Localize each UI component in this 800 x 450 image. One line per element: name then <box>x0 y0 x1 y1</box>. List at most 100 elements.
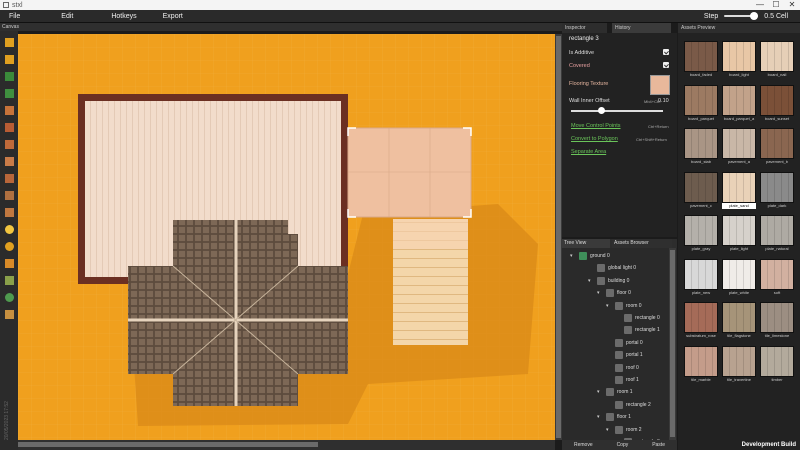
polygon-icon[interactable] <box>3 275 15 286</box>
asset-thumbnail <box>722 215 756 246</box>
menu-export[interactable]: Export <box>159 13 187 20</box>
tab-assets-preview[interactable]: Assets Preview <box>678 23 800 33</box>
sun-icon[interactable] <box>3 241 15 252</box>
door-icon[interactable] <box>3 122 15 133</box>
asset-tile[interactable]: board_faded <box>684 41 718 80</box>
asset-tile[interactable]: tile_marble <box>684 345 718 385</box>
light-icon <box>597 264 605 273</box>
tree-icon[interactable] <box>3 88 15 99</box>
expand-arrow-icon[interactable]: ▾ <box>570 253 576 259</box>
canvas-horizontal-scrollbar[interactable] <box>18 440 555 450</box>
canvas-vertical-scrollbar[interactable] <box>555 34 562 440</box>
separate-area-link[interactable]: Separate Area <box>571 149 606 155</box>
asset-tile[interactable]: pavement_b <box>760 128 794 167</box>
asset-tile[interactable]: board_nail <box>760 41 794 80</box>
maximize-button[interactable]: ☐ <box>768 0 784 10</box>
asset-label: board_stab <box>690 159 711 164</box>
menu-hotkeys[interactable]: Hotkeys <box>107 13 140 20</box>
close-button[interactable]: ✕ <box>784 0 800 10</box>
path-icon[interactable] <box>3 258 15 269</box>
step-slider[interactable] <box>724 12 759 20</box>
tree-item[interactable]: portal 0 <box>606 337 643 349</box>
tree-item-label: portal 0 <box>626 339 643 346</box>
asset-tile[interactable]: plate_gray <box>684 215 718 254</box>
convert-to-polygon-link[interactable]: Convert to Polygon <box>571 136 618 142</box>
select-arrow-icon[interactable] <box>3 37 15 48</box>
tree-item[interactable]: global light 0 <box>588 262 636 274</box>
tree-item[interactable]: ▾ room 0 <box>606 300 642 312</box>
menu-file[interactable]: File <box>5 13 24 20</box>
tree-item[interactable]: ▾ floor 1 <box>597 411 631 423</box>
tree-item-label: floor 0 <box>617 290 631 297</box>
canvas-viewport[interactable] <box>18 34 555 440</box>
step-slider-thumb[interactable] <box>750 12 759 20</box>
roof-icon[interactable] <box>3 173 15 184</box>
menu-edit[interactable]: Edit <box>57 13 77 20</box>
asset-tile[interactable]: plate_light <box>722 215 756 254</box>
light-icon[interactable] <box>3 224 15 235</box>
tree-item[interactable]: ▾ floor 0 <box>597 287 631 299</box>
tab-history[interactable]: History <box>612 23 671 33</box>
asset-tile[interactable]: timber <box>760 345 794 385</box>
asset-tile[interactable]: board_sunset <box>760 84 794 124</box>
asset-tile[interactable]: tile_limestone <box>760 302 794 341</box>
expand-arrow-icon[interactable]: ▾ <box>606 303 612 309</box>
floor-plan-drawing[interactable] <box>18 34 555 440</box>
move-control-points-link[interactable]: Move Control Points <box>571 123 621 129</box>
tree-item[interactable]: rectangle 2 <box>606 399 651 411</box>
asset-tile[interactable]: board_light <box>722 41 756 80</box>
flooring-texture-swatch[interactable] <box>650 75 670 95</box>
covered-checkbox[interactable] <box>663 62 669 68</box>
fence-icon[interactable] <box>3 207 15 218</box>
wall-inner-offset-thumb[interactable] <box>597 107 605 114</box>
remove-button[interactable]: Remove <box>574 440 593 450</box>
wall-inner-offset-slider[interactable] <box>571 110 663 112</box>
rotate-icon[interactable] <box>3 54 15 65</box>
tab-assets-browser[interactable]: Assets Browser <box>612 239 672 248</box>
asset-tile[interactable]: soft <box>760 258 794 298</box>
tree-item[interactable]: rectangle 1 <box>615 324 660 336</box>
asset-tile[interactable]: substratum_rose <box>684 302 718 341</box>
tab-inspector[interactable]: Inspector <box>562 23 607 33</box>
circle-icon[interactable] <box>3 292 15 303</box>
tree-item[interactable]: roof 1 <box>606 374 639 386</box>
asset-tile[interactable]: plate_natural <box>760 215 794 254</box>
wall-icon[interactable] <box>3 105 15 116</box>
tree-item[interactable]: ▾ room 1 <box>597 386 633 398</box>
shape-icon <box>615 400 623 409</box>
column-icon[interactable] <box>3 190 15 201</box>
is-additive-checkbox[interactable] <box>663 49 669 55</box>
rectangle-3[interactable] <box>347 127 472 218</box>
paste-button[interactable]: Paste <box>652 440 665 450</box>
tree-scrollbar[interactable] <box>669 248 676 440</box>
asset-tile[interactable]: board_parquet <box>684 84 718 124</box>
tree-item[interactable]: ▾ building 0 <box>588 275 629 287</box>
copy-button[interactable]: Copy <box>617 440 629 450</box>
asset-tile[interactable]: tile_travertine <box>722 345 756 385</box>
box-icon[interactable] <box>3 309 15 320</box>
tree-item[interactable]: roof 0 <box>606 362 639 374</box>
expand-arrow-icon[interactable]: ▾ <box>606 427 612 433</box>
tree-item[interactable]: portal 1 <box>606 349 643 361</box>
asset-tile[interactable]: plate_new <box>684 258 718 298</box>
expand-arrow-icon[interactable]: ▾ <box>597 414 603 420</box>
expand-arrow-icon[interactable]: ▾ <box>597 389 603 395</box>
asset-tile[interactable]: plate_white <box>722 258 756 298</box>
stairs-icon[interactable] <box>3 156 15 167</box>
window-icon[interactable] <box>3 139 15 150</box>
asset-tile[interactable]: tile_flagstone <box>722 302 756 341</box>
asset-tile[interactable]: board_parquet_a <box>722 84 756 124</box>
terrain-icon[interactable] <box>3 71 15 82</box>
tree-item[interactable]: ▾ ground 0 <box>570 250 610 262</box>
tree-item[interactable]: rectangle 0 <box>615 312 660 324</box>
tab-tree-view[interactable]: Tree View <box>562 239 610 248</box>
asset-tile[interactable]: pavement_a <box>722 128 756 167</box>
asset-tile[interactable]: pavement_c <box>684 171 718 211</box>
minimize-button[interactable]: — <box>752 0 768 10</box>
asset-tile[interactable]: board_stab <box>684 128 718 167</box>
expand-arrow-icon[interactable]: ▾ <box>597 290 603 296</box>
asset-tile[interactable]: plate_dark <box>760 171 794 211</box>
expand-arrow-icon[interactable]: ▾ <box>588 278 594 284</box>
tree-item[interactable]: ▾ room 2 <box>606 424 642 436</box>
asset-tile[interactable]: plate_sand <box>722 171 756 211</box>
